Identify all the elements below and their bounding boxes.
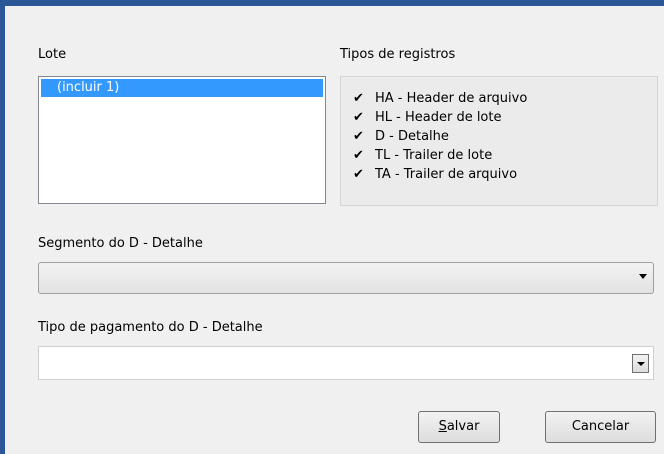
dialog [5,6,664,454]
tipo-item-label: HA - Header de arquivo [375,91,528,106]
tipos-registros-list: ✔ HA - Header de arquivo ✔ HL - Header de … [340,76,658,206]
tipo-item-label: TA - Trailer de arquivo [375,167,518,182]
tipo-item-label: TL - Trailer de lote [375,148,493,163]
tipo-pagamento-dropdown[interactable] [38,346,654,380]
tipo-item-label: D - Detalhe [375,129,449,144]
tipo-pagamento-label: Tipo de pagamento do D - Detalhe [38,320,263,335]
check-icon: ✔ [353,91,364,106]
tipo-item-d[interactable]: ✔ D - Detalhe [353,127,449,146]
tipos-registros-label: Tipos de registros [340,47,456,62]
save-mnemonic: S [438,419,447,434]
save-label: alvar [446,419,480,434]
cancel-button[interactable]: Cancelar [545,411,656,443]
tipo-item-tl[interactable]: ✔ TL - Trailer de lote [353,146,492,165]
dropdown-button[interactable] [632,354,649,373]
segmento-label: Segmento do D - Detalhe [38,236,203,251]
tipo-item-ta[interactable]: ✔ TA - Trailer de arquivo [353,165,517,184]
lote-listbox[interactable]: (incluir 1) [38,76,326,204]
tipo-item-ha[interactable]: ✔ HA - Header de arquivo [353,89,527,108]
check-icon: ✔ [353,148,364,163]
tipo-item-label: HL - Header de lote [375,110,502,125]
save-button[interactable]: Salvar [418,411,500,443]
check-icon: ✔ [353,129,364,144]
chevron-down-icon [637,362,645,366]
check-icon: ✔ [353,110,364,125]
chevron-down-icon [639,274,647,279]
lote-label: Lote [38,47,67,62]
check-icon: ✔ [353,167,364,182]
lote-list-item[interactable]: (incluir 1) [41,79,323,97]
segmento-dropdown[interactable] [38,262,654,294]
tipo-item-hl[interactable]: ✔ HL - Header de lote [353,108,501,127]
